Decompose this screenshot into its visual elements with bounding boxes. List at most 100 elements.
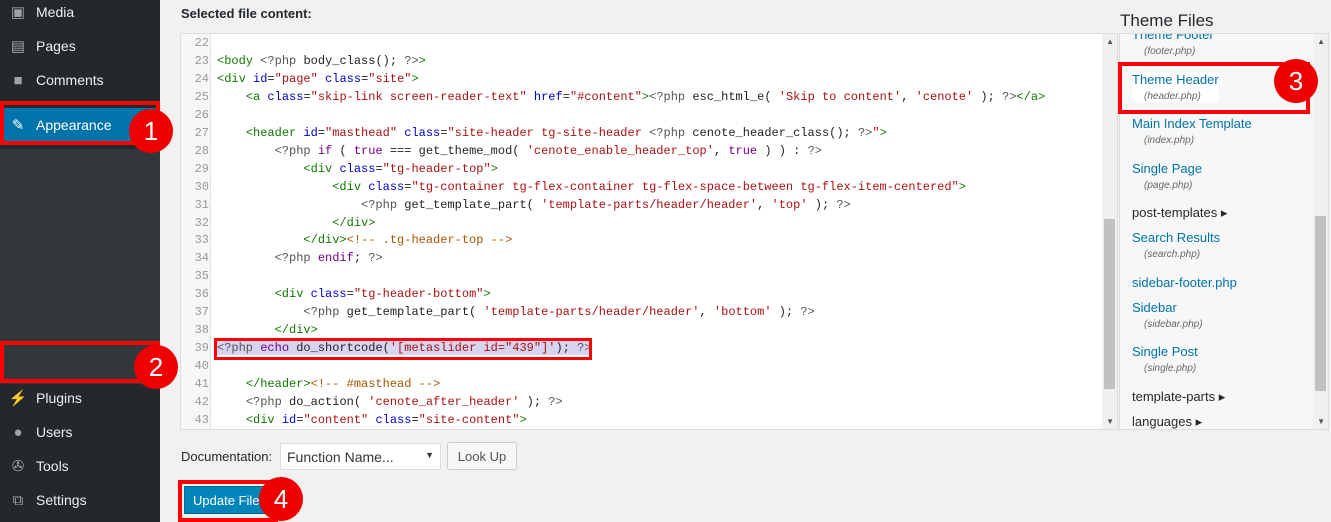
menu-users[interactable]: ● Users: [0, 415, 160, 449]
documentation-select[interactable]: Function Name... ▼: [280, 443, 441, 470]
menu-tools[interactable]: ✇ Tools: [0, 449, 160, 483]
code-line: <a class="skip-link screen-reader-text" …: [217, 90, 1045, 104]
theme-file-item[interactable]: languages ▸: [1132, 414, 1202, 430]
theme-files-scrollbar[interactable]: ▲ ▼: [1313, 34, 1328, 429]
theme-file-item[interactable]: Sidebar (sidebar.php): [1132, 300, 1203, 330]
callout-4: 4: [259, 477, 303, 521]
theme-file-item[interactable]: Search Results (search.php): [1132, 230, 1220, 260]
comments-icon: ■: [13, 71, 23, 89]
line-number: 25: [194, 89, 209, 104]
code-token: </div>: [274, 323, 318, 338]
code-token: cenote_header_class();: [692, 125, 858, 140]
media-icon: ▣: [10, 4, 26, 21]
code-token: 'bottom': [713, 305, 772, 320]
menu-label: Pages: [36, 38, 76, 54]
code-token: "#content": [569, 89, 642, 104]
code-token: "masthead": [325, 125, 398, 140]
theme-files-title: Theme Files: [1120, 11, 1214, 30]
code-token: 'cenote_after_header': [368, 395, 520, 409]
code-token: </header>: [245, 377, 311, 392]
code-token: 'template-parts/header/header': [541, 197, 758, 212]
code-editor[interactable]: 22 23 24 25 26 27 28 29 30 31 32 33 34 35 36 37 38 39 40 41…: [180, 33, 1118, 430]
file-name: (index.php): [1144, 135, 1195, 146]
line-number: 24: [194, 71, 209, 86]
theme-file-item[interactable]: post-templates ▸: [1132, 205, 1227, 221]
code-token: 'top': [771, 197, 808, 212]
scroll-up-icon[interactable]: ▲: [1317, 37, 1325, 46]
line-number: 37: [194, 305, 209, 320]
theme-file-item[interactable]: Single Page (page.php): [1132, 161, 1202, 191]
menu-pages[interactable]: ▤ Pages: [0, 29, 160, 63]
menu-settings[interactable]: ⧉ Settings: [0, 483, 160, 517]
scroll-up-icon[interactable]: ▲: [1106, 37, 1114, 46]
code-line: <?php endif; ?>: [217, 251, 383, 265]
file-label: Search Results: [1132, 230, 1221, 245]
code-token: >: [519, 412, 527, 427]
line-number: 38: [194, 323, 209, 338]
code-token: =: [267, 71, 275, 86]
code-token: 'template-parts/header/header': [483, 305, 700, 320]
code-line: <div class="tg-header-bottom">: [217, 287, 491, 301]
menu-comments[interactable]: ■ Comments: [0, 63, 160, 97]
code-token: class: [397, 125, 441, 140]
code-line: <?php get_template_part( 'template-parts…: [217, 198, 851, 212]
code-token: <?php: [260, 53, 304, 68]
settings-icon: ⧉: [12, 491, 24, 509]
file-label: Main Index Template: [1132, 116, 1252, 131]
theme-file-item[interactable]: template-parts ▸: [1132, 389, 1225, 405]
code-line: <?php do_action( 'cenote_after_header' )…: [217, 395, 563, 409]
code-token: ?>: [857, 125, 873, 140]
callout-2: 2: [134, 345, 178, 389]
code-token: <div: [245, 412, 282, 427]
look-up-button[interactable]: Look Up: [447, 442, 517, 470]
editor-scroll-thumb[interactable]: [1104, 219, 1115, 389]
line-number: 31: [194, 197, 209, 212]
code-line: <div id="content" class="site-content">: [217, 413, 527, 427]
code-token: ;: [353, 251, 369, 266]
line-number: 29: [194, 161, 209, 176]
code-token: class: [339, 161, 376, 176]
scroll-down-icon[interactable]: ▼: [1106, 417, 1114, 426]
code-token: "content": [303, 412, 369, 427]
code-token: =: [303, 89, 311, 104]
menu-media[interactable]: ▣ Media: [0, 0, 160, 29]
chevron-down-icon: ▼: [425, 450, 434, 460]
code-token: class: [317, 71, 362, 86]
line-number: 27: [194, 125, 209, 140]
menu-label: Tools: [36, 458, 69, 474]
line-number: 42: [194, 395, 209, 409]
menu-label: Comments: [36, 72, 104, 88]
code-token: ,: [757, 197, 772, 212]
code-token: 'Skip to content': [778, 89, 902, 104]
code-token: endif: [317, 251, 354, 266]
menu-label: Plugins: [36, 390, 82, 406]
theme-files-scroll-thumb[interactable]: [1315, 216, 1326, 391]
file-name: (single.php): [1144, 363, 1197, 374]
wrench-icon: ✇: [11, 458, 25, 475]
file-name: (page.php): [1144, 179, 1193, 191]
editor-scrollbar[interactable]: ▲ ▼: [1102, 34, 1117, 429]
code-token: href: [526, 89, 563, 104]
callout-1: 1: [129, 109, 173, 153]
theme-file-item[interactable]: Single Post (single.php): [1132, 344, 1198, 374]
code-token: true: [728, 143, 758, 158]
file-label: sidebar-footer.php: [1132, 274, 1237, 290]
code-line: <div id="page" class="site">: [217, 72, 419, 86]
code-token: <?php: [649, 125, 693, 140]
scroll-down-icon[interactable]: ▼: [1317, 417, 1325, 426]
code-line: <div class="tg-header-top">: [217, 161, 497, 176]
code-line: </div><!-- .tg-header-top -->: [217, 233, 512, 247]
menu-plugins[interactable]: ⚡ Plugins: [0, 381, 160, 415]
theme-file-item[interactable]: sidebar-footer.php: [1132, 275, 1237, 290]
theme-file-item[interactable]: Theme Footer (footer.php): [1132, 33, 1214, 57]
file-label: Theme Footer: [1132, 33, 1214, 42]
menu-label: Media: [36, 4, 75, 20]
code-line: <?php if ( true === get_theme_mod( 'ceno…: [217, 144, 822, 158]
code-token: ?>: [548, 395, 563, 409]
theme-file-item[interactable]: Main Index Template (index.php): [1132, 116, 1252, 146]
